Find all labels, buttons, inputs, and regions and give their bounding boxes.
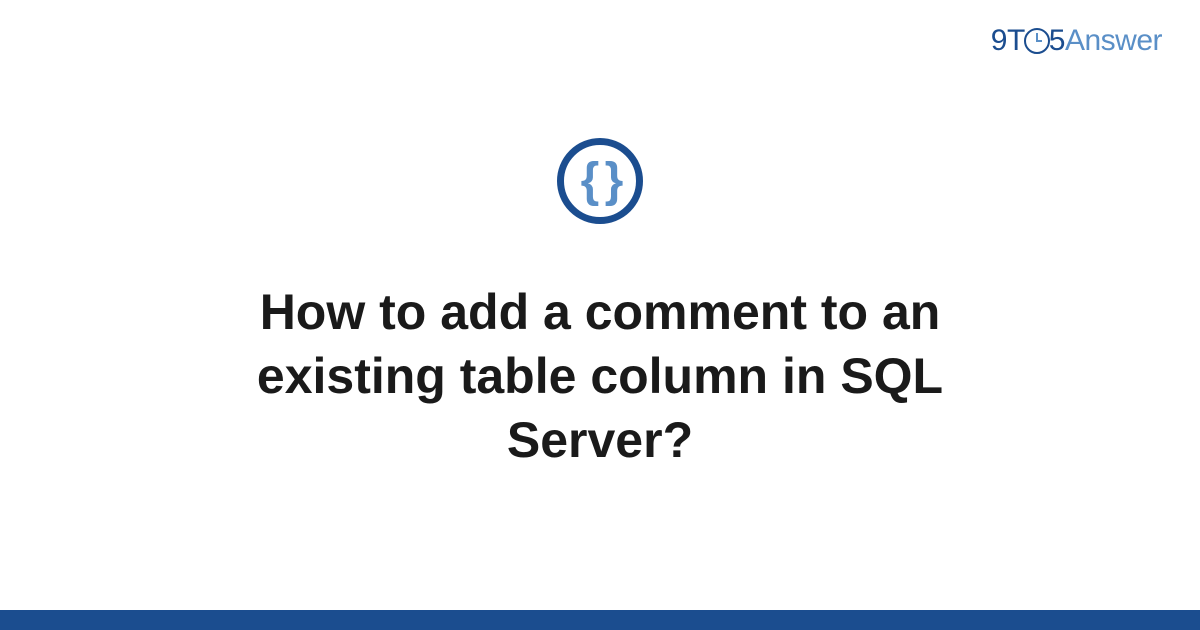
category-icon-circle: { } — [557, 138, 643, 224]
main-content: { } How to add a comment to an existing … — [0, 0, 1200, 610]
question-title: How to add a comment to an existing tabl… — [140, 280, 1060, 472]
code-braces-icon: { } — [581, 157, 620, 205]
footer-bar — [0, 610, 1200, 630]
